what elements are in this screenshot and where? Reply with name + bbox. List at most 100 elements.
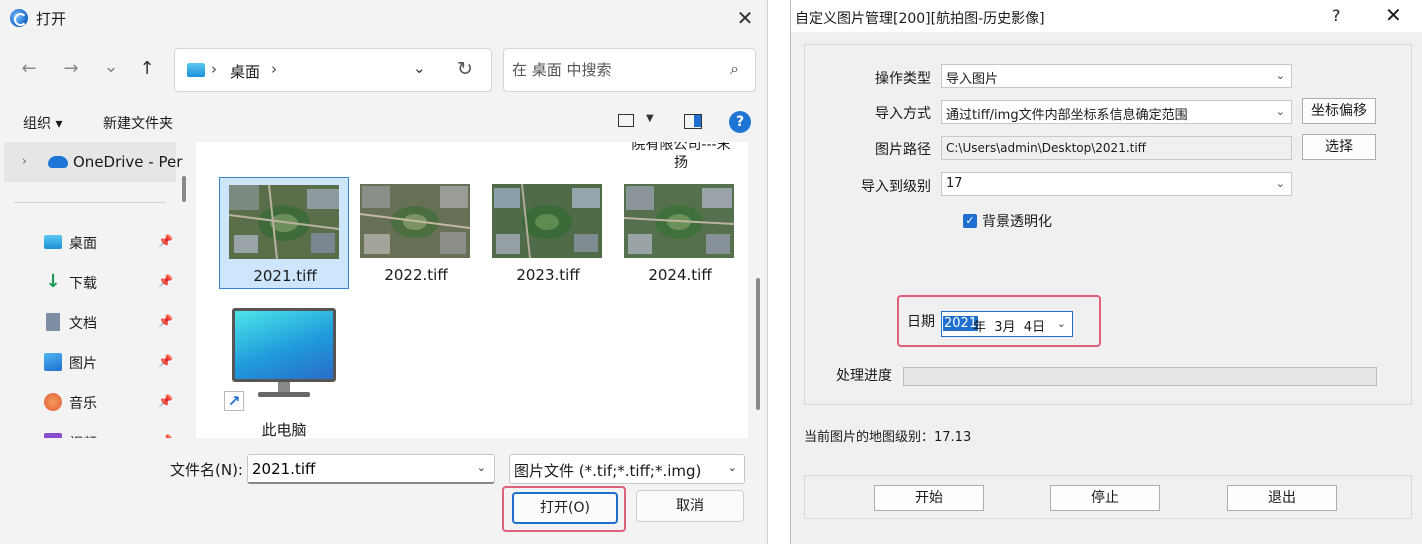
file-item-2024[interactable]: 2024.tiff xyxy=(615,177,745,289)
open-button[interactable]: 打开(O) xyxy=(512,492,618,524)
file-item-2021[interactable]: 2021.tiff xyxy=(219,177,349,289)
import-level-select[interactable]: 17 ⌄ xyxy=(941,172,1292,196)
sidebar-item-downloads[interactable]: ↓ 下载 📌 xyxy=(0,262,176,302)
image-path-field[interactable]: C:\Users\admin\Desktop\2021.tiff xyxy=(941,136,1292,160)
help-button[interactable]: ? xyxy=(1332,6,1341,25)
op-type-label: 操作类型 xyxy=(875,71,931,87)
filename-input[interactable] xyxy=(252,459,452,479)
back-arrow-icon[interactable]: ← xyxy=(14,54,44,84)
download-icon: ↓ xyxy=(45,271,61,292)
file-item-2023[interactable]: 2023.tiff xyxy=(483,177,613,289)
aerial-thumbnail xyxy=(492,184,602,258)
sidebar-item-label: 文档 xyxy=(69,316,97,332)
chevron-down-icon[interactable]: ⌄ xyxy=(1276,105,1285,118)
up-arrow-icon[interactable]: ↑ xyxy=(132,54,162,84)
shortcut-arrow-icon: ↗ xyxy=(224,391,244,411)
breadcrumb-separator-icon[interactable]: › xyxy=(271,60,277,78)
transparent-label: 背景透明化 xyxy=(982,214,1052,230)
filetype-select[interactable]: 图片文件 (*.tif;*.tiff;*.img) ⌄ xyxy=(509,454,745,484)
recent-locations-chevron-icon[interactable]: ⌄ xyxy=(96,52,126,82)
sidebar-scrollbar[interactable] xyxy=(182,176,186,202)
transparent-checkbox[interactable]: ✓ xyxy=(963,214,977,228)
refresh-icon[interactable]: ↻ xyxy=(457,58,473,80)
sidebar-item-label: 视频 xyxy=(69,433,97,438)
file-item-2022[interactable]: 2022.tiff xyxy=(351,177,481,289)
progress-label: 处理进度 xyxy=(836,368,892,384)
sidebar-item-label: OneDrive - Per xyxy=(73,153,183,171)
document-icon xyxy=(46,313,60,331)
monitor-stand xyxy=(278,382,290,392)
sidebar-item-desktop[interactable]: 桌面 📌 xyxy=(0,222,176,262)
dialog-footer: 文件名(N): ⌄ 图片文件 (*.tif;*.tiff;*.img) ⌄ 打开… xyxy=(0,444,767,544)
file-list-scrollbar[interactable] xyxy=(756,278,760,410)
breadcrumb-desktop[interactable]: 桌面 xyxy=(230,61,260,82)
file-list: 院有限公司---末 扬 2021.tiff 2022.tiff 2023.tif… xyxy=(196,142,748,438)
start-button[interactable]: 开始 xyxy=(874,485,984,511)
sidebar-item-label: 图片 xyxy=(69,356,97,372)
breadcrumb-separator-icon: › xyxy=(211,60,217,78)
view-mode-caret-icon[interactable]: ▼ xyxy=(646,113,654,124)
search-box[interactable]: ⌕ xyxy=(503,48,756,92)
coordinate-offset-button[interactable]: 坐标偏移 xyxy=(1302,98,1376,124)
address-dropdown-icon[interactable]: ⌄ xyxy=(413,59,426,77)
sidebar-item-videos[interactable]: 视频 📌 xyxy=(0,422,176,438)
date-picker[interactable]: 2021 年 3月 4日 ⌄ xyxy=(941,311,1073,337)
close-icon[interactable]: ✕ xyxy=(1385,3,1402,27)
music-icon xyxy=(44,393,62,411)
view-mode-icon[interactable] xyxy=(618,114,634,127)
partial-file-label[interactable]: 院有限公司---末 扬 xyxy=(616,142,746,172)
close-icon[interactable]: ✕ xyxy=(722,0,767,36)
pin-icon: 📌 xyxy=(158,314,173,328)
image-path-label: 图片路径 xyxy=(875,142,931,158)
partial-file-name: 院有限公司---末 扬 xyxy=(631,142,731,171)
sidebar-item-documents[interactable]: 文档 📌 xyxy=(0,302,176,342)
aerial-thumbnail xyxy=(360,184,470,258)
stop-button[interactable]: 停止 xyxy=(1050,485,1160,511)
sidebar-item-music[interactable]: 音乐 📌 xyxy=(0,382,176,422)
chevron-down-icon[interactable]: ⌄ xyxy=(1276,177,1285,190)
import-mode-label: 导入方式 xyxy=(875,106,931,122)
forward-arrow-icon[interactable]: → xyxy=(56,54,86,84)
import-settings-group: 操作类型 导入图片 ⌄ 导入方式 通过tiff/img文件内部坐标系信息确定范围… xyxy=(804,44,1412,405)
file-name: 2024.tiff xyxy=(648,266,712,284)
image-management-dialog: 自定义图片管理[200][航拍图-历史影像] ? ✕ 操作类型 导入图片 ⌄ 导… xyxy=(790,0,1422,544)
progress-bar xyxy=(903,367,1377,386)
organize-menu[interactable]: 组织 ▾ xyxy=(23,113,62,133)
this-pc-item[interactable]: ↗ 此电脑 xyxy=(224,305,344,438)
onedrive-cloud-icon xyxy=(48,156,68,168)
preview-pane-icon[interactable] xyxy=(684,114,702,129)
sidebar-divider xyxy=(14,202,166,203)
pin-icon: 📌 xyxy=(158,234,173,248)
file-name: 2023.tiff xyxy=(516,266,580,284)
search-icon[interactable]: ⌕ xyxy=(730,59,739,79)
import-level-value: 17 xyxy=(946,176,963,191)
desktop-folder-icon xyxy=(187,63,205,77)
help-icon[interactable]: ? xyxy=(729,111,751,133)
address-bar[interactable]: › 桌面 › ⌄ ↻ xyxy=(174,48,492,92)
filename-field[interactable]: ⌄ xyxy=(247,454,495,484)
open-button-highlight: 打开(O) xyxy=(502,486,626,532)
exit-button[interactable]: 退出 xyxy=(1227,485,1337,511)
chevron-down-icon[interactable]: ⌄ xyxy=(1276,69,1285,82)
dialog-title: 自定义图片管理[200][航拍图-历史影像] xyxy=(795,11,1045,27)
cancel-button[interactable]: 取消 xyxy=(636,490,744,522)
navigation-pane: › OneDrive - Per 桌面 📌 ↓ 下载 📌 文档 📌 图片 📌 音… xyxy=(0,142,192,438)
select-path-button[interactable]: 选择 xyxy=(1302,134,1376,160)
chevron-down-icon[interactable]: ⌄ xyxy=(728,461,737,474)
sidebar-item-label: 音乐 xyxy=(69,396,97,412)
pin-icon: 📌 xyxy=(158,434,173,438)
sidebar-item-onedrive[interactable]: › OneDrive - Per xyxy=(4,142,182,182)
import-mode-select[interactable]: 通过tiff/img文件内部坐标系信息确定范围 ⌄ xyxy=(941,100,1292,124)
new-folder-button[interactable]: 新建文件夹 xyxy=(103,113,173,133)
open-file-dialog: 打开 ✕ ← → ⌄ ↑ › 桌面 › ⌄ ↻ ⌕ 组织 ▾ 新建文件夹 ▼ ?… xyxy=(0,0,768,544)
expand-chevron-icon[interactable]: › xyxy=(22,154,27,168)
app-logo-icon xyxy=(10,9,28,27)
date-month-day[interactable]: 年 3月 4日 xyxy=(973,316,1045,335)
search-input[interactable] xyxy=(512,59,712,81)
op-type-select[interactable]: 导入图片 ⌄ xyxy=(941,64,1292,88)
sidebar-item-pictures[interactable]: 图片 📌 xyxy=(0,342,176,382)
image-path-value: C:\Users\admin\Desktop\2021.tiff xyxy=(946,141,1146,155)
calendar-dropdown-icon[interactable]: ⌄ xyxy=(1057,317,1066,330)
pin-icon: 📌 xyxy=(158,274,173,288)
chevron-down-icon[interactable]: ⌄ xyxy=(477,461,486,474)
